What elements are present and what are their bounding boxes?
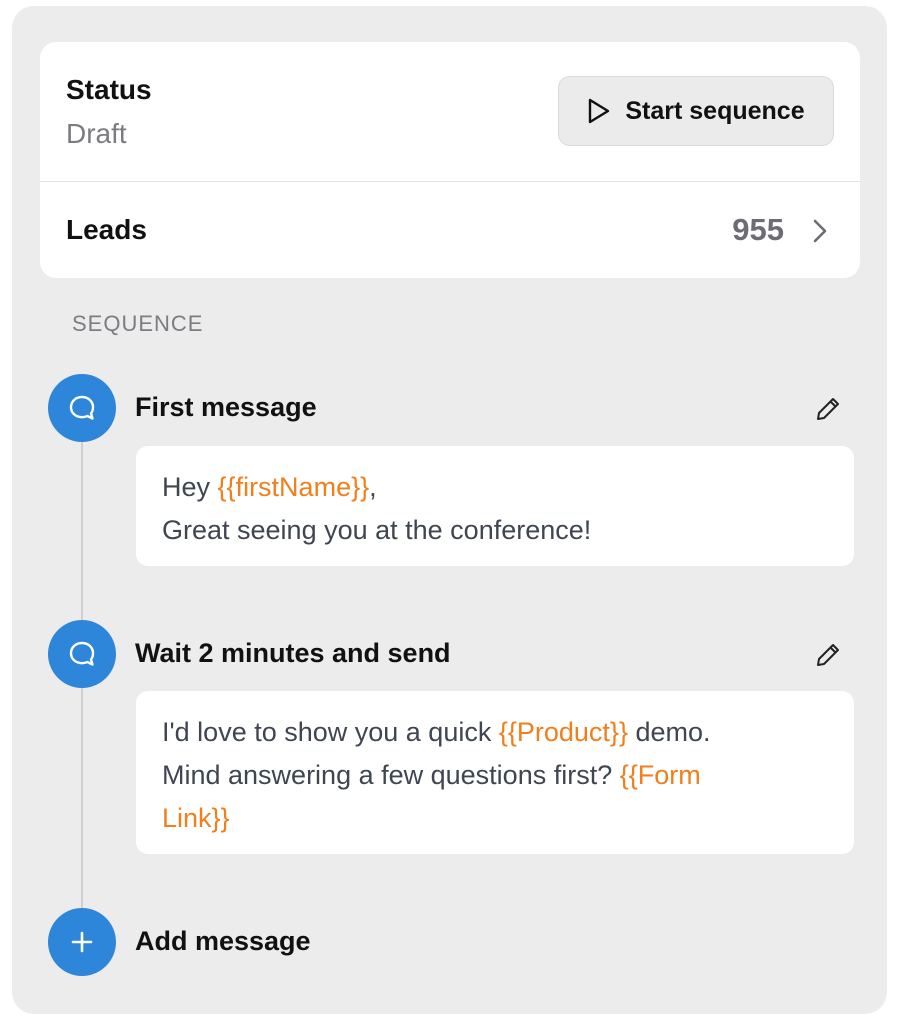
step-2-title: Wait 2 minutes and send xyxy=(135,638,451,668)
message-text: Hey xyxy=(162,472,218,502)
template-variable: Link}} xyxy=(162,803,230,833)
sequence-panel: Status Draft Start sequence Leads 955 SE… xyxy=(12,6,887,1014)
leads-label: Leads xyxy=(66,214,147,245)
play-icon xyxy=(589,98,610,124)
add-message-label[interactable]: Add message xyxy=(135,926,311,957)
plus-icon xyxy=(71,931,93,953)
message-text: Mind answering a few questions first? xyxy=(162,760,620,790)
pencil-icon[interactable] xyxy=(815,396,841,422)
leads-count: 955 xyxy=(732,212,784,247)
message-text: , xyxy=(369,472,377,502)
step-1-chat-icon xyxy=(48,374,116,442)
chat-bubble-icon xyxy=(69,395,95,420)
step-1-message-card[interactable]: Hey {{firstName}}, Great seeing you at t… xyxy=(136,446,854,566)
message-text: demo. xyxy=(627,717,711,747)
message-line: Hey {{firstName}}, xyxy=(162,466,828,509)
status-row: Status Draft Start sequence xyxy=(40,42,860,182)
leads-row[interactable]: Leads 955 xyxy=(40,182,860,278)
pencil-icon[interactable] xyxy=(815,642,841,668)
chat-bubble-icon xyxy=(69,641,95,666)
step-2-chat-icon xyxy=(48,620,116,688)
start-sequence-label: Start sequence xyxy=(625,96,805,125)
start-sequence-button[interactable]: Start sequence xyxy=(558,76,834,146)
section-label: SEQUENCE xyxy=(72,311,204,336)
message-text: I'd love to show you a quick xyxy=(162,717,499,747)
template-variable: {{firstName}} xyxy=(217,472,370,502)
message-line: Mind answering a few questions first? {{… xyxy=(162,754,828,797)
status-label: Status xyxy=(66,74,152,105)
status-value: Draft xyxy=(66,118,127,149)
message-line: Link}} xyxy=(162,797,828,840)
add-message-button[interactable] xyxy=(48,908,116,976)
status-card: Status Draft Start sequence Leads 955 xyxy=(40,42,860,278)
step-1-title: First message xyxy=(135,392,317,422)
message-line: Great seeing you at the conference! xyxy=(162,515,592,545)
message-line: I'd love to show you a quick {{Product}}… xyxy=(162,711,828,754)
template-variable: {{Form xyxy=(619,760,701,790)
step-2-message-card[interactable]: I'd love to show you a quick {{Product}}… xyxy=(136,691,854,854)
template-variable: {{Product}} xyxy=(498,717,628,747)
chevron-right-icon xyxy=(813,219,827,243)
